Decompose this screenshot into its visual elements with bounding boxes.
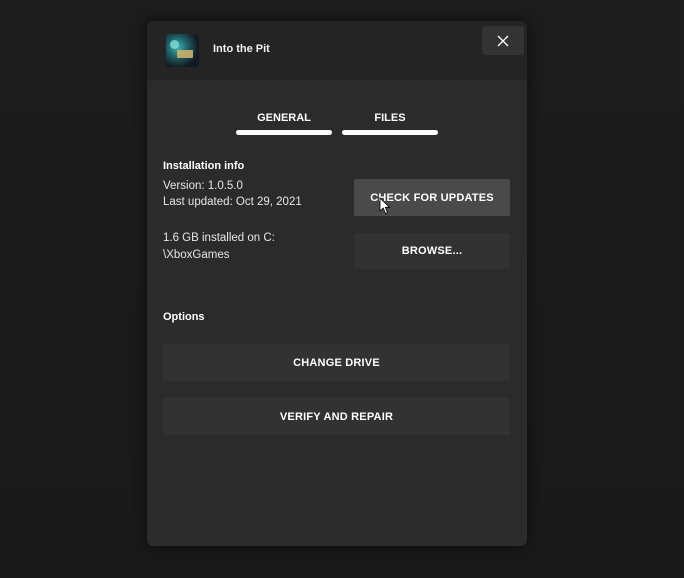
close-icon	[497, 35, 509, 46]
last-updated-text: Last updated: Oct 29, 2021	[163, 196, 302, 208]
tab-general-label: GENERAL	[257, 112, 311, 124]
tab-files-underline	[342, 130, 438, 135]
game-title: Into the Pit	[213, 43, 270, 55]
tab-general-underline	[236, 130, 332, 135]
install-location-line2: \XboxGames	[163, 249, 230, 261]
change-drive-button[interactable]: CHANGE DRIVE	[163, 344, 510, 381]
check-for-updates-label: CHECK FOR UPDATES	[370, 191, 494, 204]
options-heading: Options	[163, 311, 205, 323]
browse-label: BROWSE...	[401, 245, 463, 257]
manage-game-dialog: Into the Pit GENERAL FILES Installation …	[147, 21, 527, 546]
change-drive-label: CHANGE DRIVE	[293, 356, 380, 369]
game-cover-icon	[166, 34, 199, 67]
browse-button[interactable]: BROWSE...	[354, 233, 510, 269]
tab-files[interactable]: FILES	[342, 105, 438, 135]
tab-general[interactable]: GENERAL	[236, 105, 332, 135]
check-for-updates-button[interactable]: CHECK FOR UPDATES	[354, 179, 510, 216]
tab-files-label: FILES	[374, 112, 406, 124]
verify-and-repair-button[interactable]: VERIFY AND REPAIR	[163, 398, 510, 435]
verify-and-repair-label: VERIFY AND REPAIR	[279, 410, 394, 423]
close-button[interactable]	[482, 26, 524, 55]
installation-info-heading: Installation info	[163, 160, 245, 172]
dialog-titlebar: Into the Pit	[147, 21, 527, 80]
install-location-line1: 1.6 GB installed on C:	[163, 232, 275, 244]
version-text: Version: 1.0.5.0	[163, 180, 243, 192]
